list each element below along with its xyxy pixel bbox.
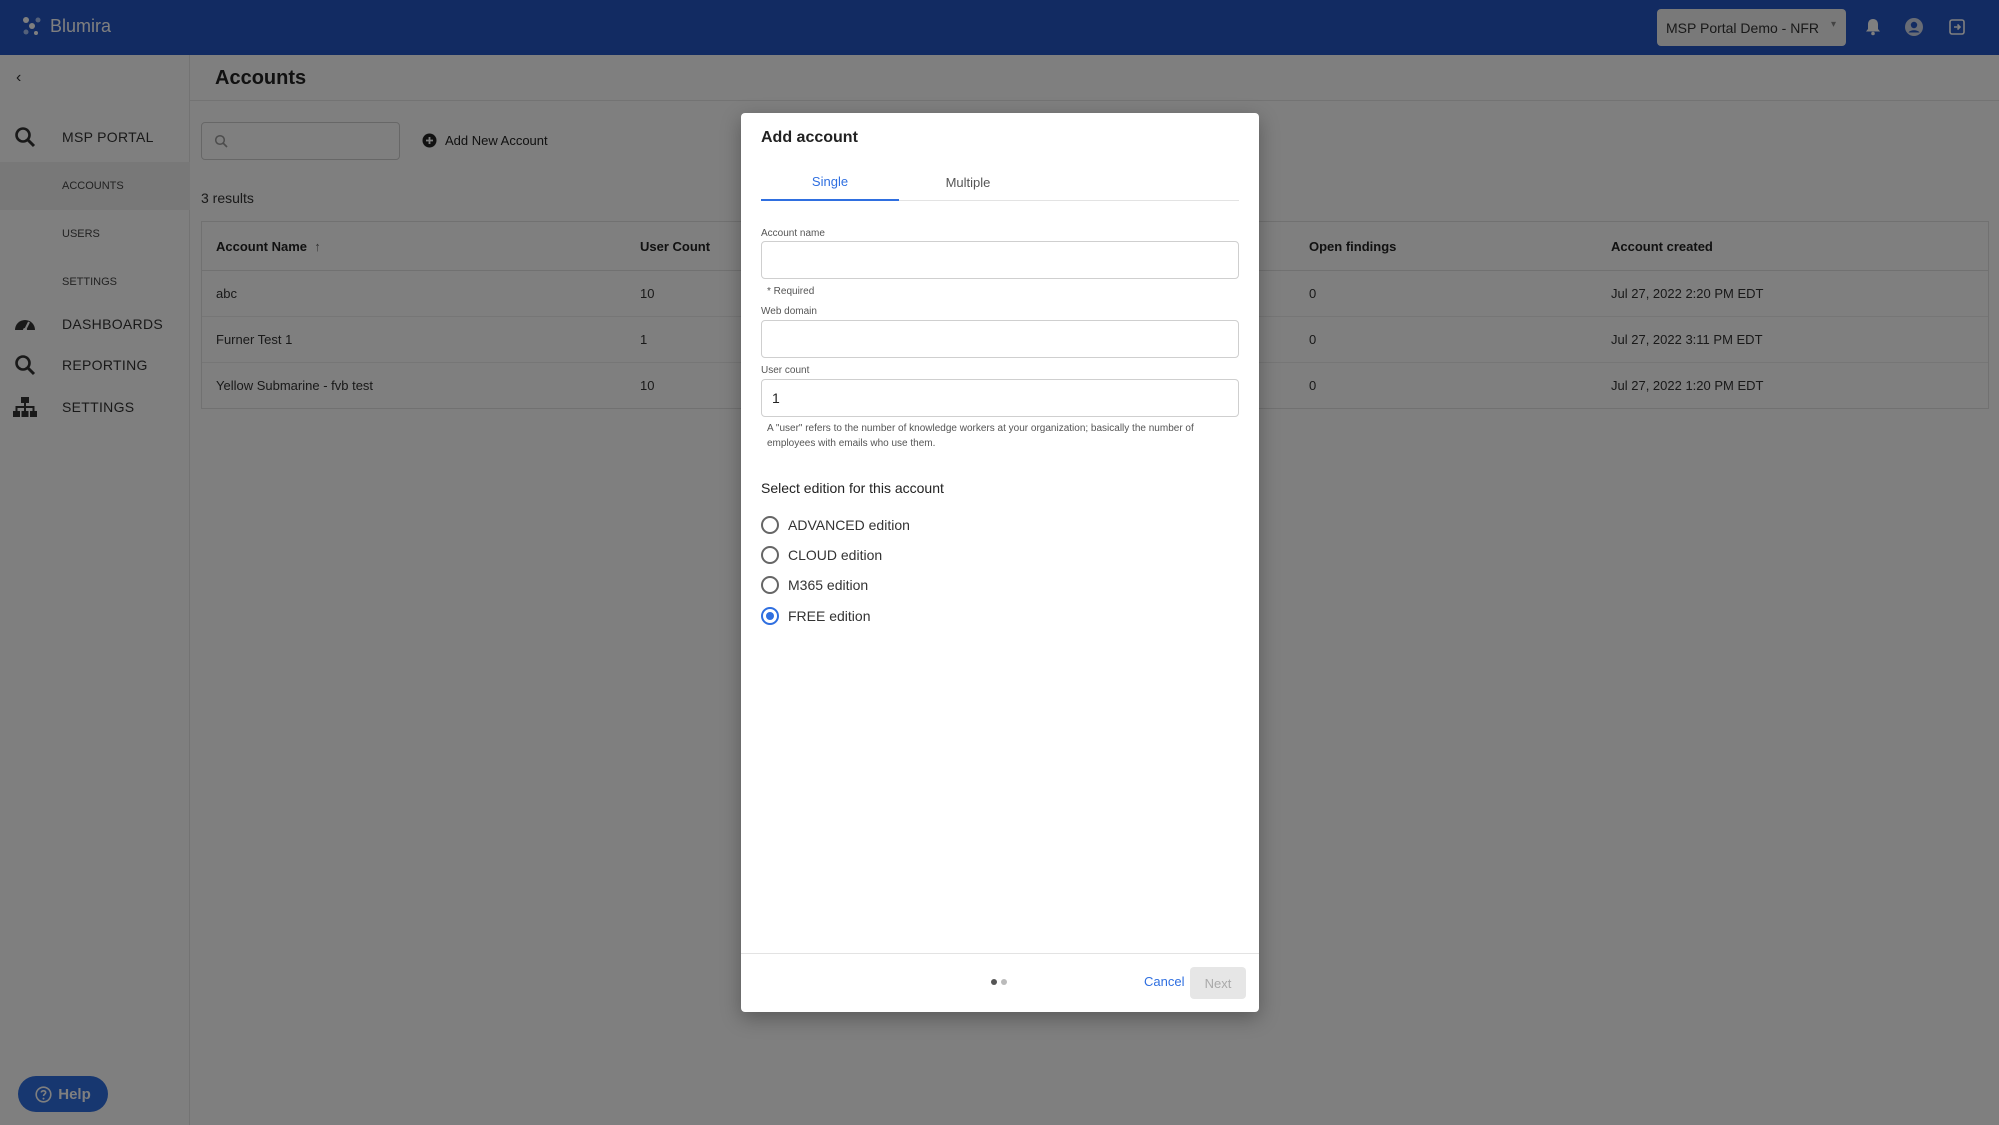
required-note: * Required [767, 286, 815, 297]
radio-m365-edition[interactable]: M365 edition [761, 576, 868, 594]
radio-label: CLOUD edition [788, 547, 883, 563]
user-count-help: A "user" refers to the number of knowled… [767, 423, 1194, 449]
dialog-footer: Cancel Next [741, 953, 1259, 1012]
web-domain-label: Web domain [761, 306, 817, 317]
radio-cloud-edition[interactable]: CLOUD edition [761, 546, 882, 564]
step-dot [1001, 979, 1007, 985]
dialog-title: Add account [761, 129, 858, 146]
step-indicator [991, 979, 1007, 985]
radio-label: M365 edition [788, 577, 869, 593]
radio-circle[interactable] [761, 516, 779, 534]
edition-section-title: Select edition for this account [761, 480, 944, 496]
radio-circle[interactable] [761, 576, 779, 594]
web-domain-input[interactable] [761, 320, 1239, 358]
account-name-input[interactable] [761, 241, 1239, 279]
add-account-dialog: Add account Single Multiple Account name… [741, 113, 1259, 1012]
user-count-input[interactable]: 1 [761, 379, 1239, 417]
radio-free-edition[interactable]: FREE edition [761, 607, 870, 625]
step-dot-active [991, 979, 997, 985]
tab-single[interactable]: Single [761, 163, 899, 201]
cancel-button[interactable]: Cancel [1144, 974, 1184, 989]
radio-label: ADVANCED edition [788, 517, 910, 533]
tab-multiple[interactable]: Multiple [899, 163, 1037, 201]
radio-label: FREE edition [788, 608, 871, 624]
user-count-label: User count [761, 365, 810, 376]
next-button[interactable]: Next [1190, 967, 1246, 999]
radio-circle[interactable] [761, 607, 779, 625]
dialog-tabs: Single Multiple [761, 163, 1239, 201]
radio-advanced-edition[interactable]: ADVANCED edition [761, 516, 910, 534]
account-name-label: Account name [761, 228, 825, 239]
radio-circle[interactable] [761, 546, 779, 564]
